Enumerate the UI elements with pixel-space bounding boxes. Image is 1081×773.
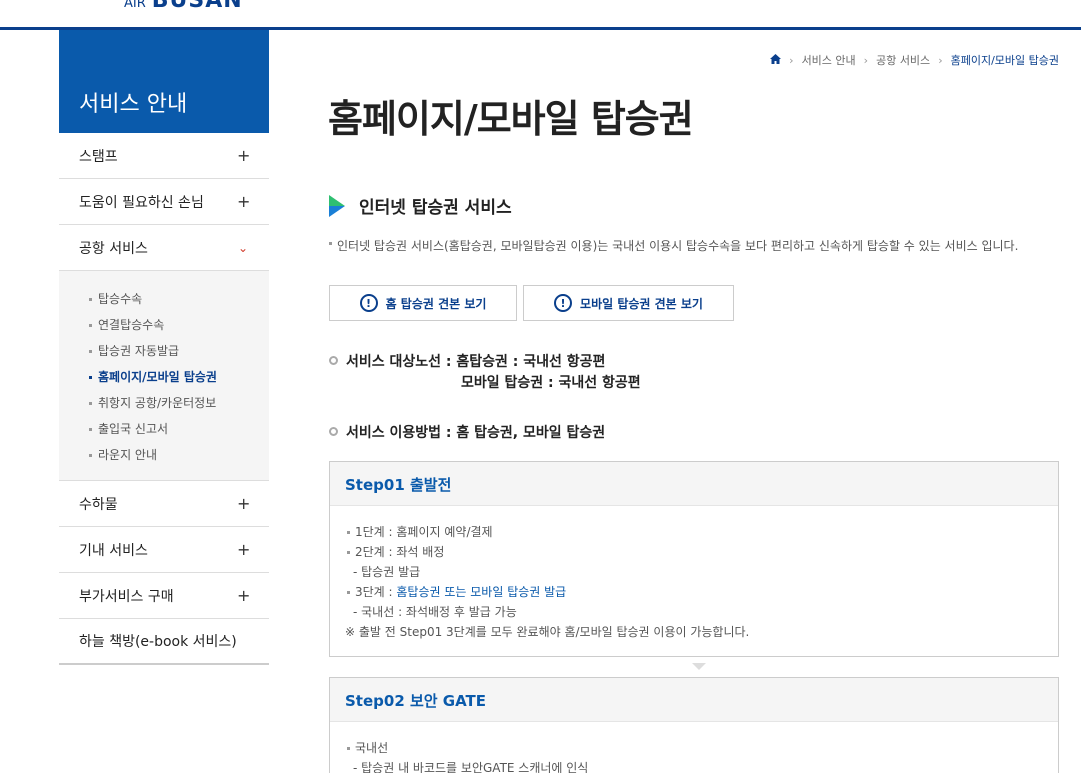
bullet-icon (89, 454, 92, 457)
sidebar-item-label: 도움이 필요하신 손님 (79, 194, 204, 211)
plus-icon: + (237, 540, 251, 559)
home-icon[interactable] (770, 53, 782, 67)
bullet-icon (89, 350, 92, 353)
breadcrumb: › 서비스 안내 › 공항 서비스 › 홈페이지/모바일 탑승권 (770, 52, 1059, 68)
step1-box: Step01 출발전 1단계 : 홈페이지 예약/결제 2단계 : 좌석 배정 … (329, 461, 1059, 657)
step-arrow-icon (692, 663, 706, 670)
step1-line: 1단계 : 홈페이지 예약/결제 (345, 522, 1058, 542)
submenu-item-web-mobile-pass[interactable]: 홈페이지/모바일 탑승권 (89, 364, 269, 390)
service-route-mobile: 모바일 탑승권 : 국내선 항공편 (461, 375, 641, 391)
step1-line-prefix: 3단계 : (355, 585, 397, 599)
submenu-label: 출입국 신고서 (98, 422, 169, 436)
submenu-item-auto-issue[interactable]: 탑승권 자동발급 (89, 338, 269, 364)
circle-bullet-icon (329, 427, 338, 436)
exclamation-circle-icon: ! (359, 294, 378, 312)
step2-body: 국내선 - 탑승권 내 바코드를 보안GATE 스캐너에 인식 (330, 722, 1058, 773)
section-flag-icon (329, 194, 345, 217)
chevron-right-icon: › (863, 53, 869, 67)
sidebar-item-baggage[interactable]: 수하물 + (59, 481, 269, 527)
step1-body: 1단계 : 홈페이지 예약/결제 2단계 : 좌석 배정 - 탑승권 발급 3단… (330, 506, 1058, 642)
breadcrumb-current: 홈페이지/모바일 탑승권 (950, 54, 1059, 67)
page-title: 홈페이지/모바일 탑승권 (328, 97, 694, 141)
description-text: 인터넷 탑승권 서비스(홈탑승권, 모바일탑승권 이용)는 국내선 이용시 탑승… (337, 239, 1019, 253)
button-label: 홈 탑승권 견본 보기 (385, 296, 487, 311)
submenu-label: 취항지 공항/카운터정보 (98, 396, 217, 410)
route-text: 서비스 대상노선 : 홈탑승권 : 국내선 항공편 (346, 354, 606, 370)
airbusan-logo[interactable]: AIR BUSAN (124, 0, 243, 13)
top-header: AIR BUSAN (0, 0, 1081, 30)
bullet-icon (329, 242, 332, 245)
mobile-pass-sample-button[interactable]: ! 모바일 탑승권 견본 보기 (523, 285, 734, 321)
submenu-label: 홈페이지/모바일 탑승권 (98, 370, 217, 384)
submenu-label: 연결탑승수속 (98, 318, 165, 332)
step1-line: 2단계 : 좌석 배정 (345, 542, 1058, 562)
bullet-icon (89, 298, 92, 301)
logo-air-text: AIR (124, 0, 146, 11)
bullet-icon (89, 402, 92, 405)
section-title: 인터넷 탑승권 서비스 (359, 198, 512, 218)
sidebar-item-label: 수하물 (79, 496, 118, 513)
step2-box: Step02 보안 GATE 국내선 - 탑승권 내 바코드를 보안GATE 스… (329, 677, 1059, 773)
home-pass-sample-button[interactable]: ! 홈 탑승권 견본 보기 (329, 285, 517, 321)
sidebar-item-label: 부가서비스 구매 (79, 588, 174, 605)
chevron-down-icon: ⌄ (237, 240, 249, 255)
sidebar-submenu: 탑승수속 연결탑승수속 탑승권 자동발급 홈페이지/모바일 탑승권 취항지 공항… (59, 271, 269, 481)
submenu-label: 라운지 안내 (98, 448, 158, 462)
circle-bullet-icon (329, 356, 338, 365)
sidebar-item-addon-purchase[interactable]: 부가서비스 구매 + (59, 573, 269, 619)
sidebar-item-label: 스탬프 (79, 148, 118, 165)
plus-icon: + (237, 586, 251, 605)
sidebar-item-assistance[interactable]: 도움이 필요하신 손님 + (59, 179, 269, 225)
bullet-icon (89, 324, 92, 327)
submenu-item-airport-counter[interactable]: 취항지 공항/카운터정보 (89, 390, 269, 416)
step1-subline: - 탑승권 발급 (353, 565, 421, 579)
sidebar-item-airport-service[interactable]: 공항 서비스 ⌄ (59, 225, 269, 271)
step2-title: Step02 보안 GATE (330, 678, 1058, 722)
step1-highlight: 홈탑승권 또는 모바일 탑승권 발급 (396, 585, 567, 599)
section-heading: 인터넷 탑승권 서비스 (329, 193, 512, 218)
breadcrumb-item[interactable]: 서비스 안내 (802, 52, 856, 68)
sidebar-item-label: 기내 서비스 (79, 542, 148, 559)
sidebar-item-inflight[interactable]: 기내 서비스 + (59, 527, 269, 573)
submenu-item-lounge[interactable]: 라운지 안내 (89, 442, 269, 468)
chevron-right-icon: › (789, 53, 794, 67)
bullet-icon (89, 428, 92, 431)
exclamation-circle-icon: ! (554, 294, 573, 312)
sample-buttons: ! 홈 탑승권 견본 보기 ! 모바일 탑승권 견본 보기 (329, 285, 734, 321)
submenu-label: 탑승수속 (98, 292, 143, 306)
sidebar-item-label: 공항 서비스 (79, 240, 148, 257)
breadcrumb-item[interactable]: 공항 서비스 (876, 52, 930, 68)
submenu-item-immigration-form[interactable]: 출입국 신고서 (89, 416, 269, 442)
bullet-icon (89, 376, 92, 379)
sidebar-title: 서비스 안내 (59, 30, 269, 133)
method-text: 서비스 이용방법 : 홈 탑승권, 모바일 탑승권 (346, 425, 606, 441)
logo-busan-text: BUSAN (151, 0, 243, 13)
sidebar-item-ebook[interactable]: 하늘 책방(e-book 서비스) (59, 619, 269, 665)
button-label: 모바일 탑승권 견본 보기 (580, 296, 703, 311)
service-description: 인터넷 탑승권 서비스(홈탑승권, 모바일탑승권 이용)는 국내선 이용시 탑승… (329, 237, 1057, 256)
step1-note: ※ 출발 전 Step01 3단계를 모두 완료해야 홈/모바일 탑승권 이용이… (345, 625, 750, 639)
service-route-info: 서비스 대상노선 : 홈탑승권 : 국내선 항공편 (329, 351, 605, 371)
plus-icon: + (237, 494, 251, 513)
step1-line: 3단계 : 홈탑승권 또는 모바일 탑승권 발급 (345, 582, 1058, 602)
step2-line: 국내선 (345, 738, 1058, 758)
sidebar: 서비스 안내 스탬프 + 도움이 필요하신 손님 + 공항 서비스 ⌄ 탑승수속… (59, 30, 269, 665)
chevron-right-icon: › (938, 53, 943, 67)
service-method-info: 서비스 이용방법 : 홈 탑승권, 모바일 탑승권 (329, 422, 605, 442)
sidebar-item-stamp[interactable]: 스탬프 + (59, 133, 269, 179)
plus-icon: + (237, 146, 251, 165)
step1-title: Step01 출발전 (330, 462, 1058, 506)
submenu-label: 탑승권 자동발급 (98, 344, 180, 358)
step2-subline: - 탑승권 내 바코드를 보안GATE 스캐너에 인식 (353, 761, 589, 773)
plus-icon: + (237, 192, 251, 211)
submenu-item-connecting[interactable]: 연결탑승수속 (89, 312, 269, 338)
step1-subline: - 국내선 : 좌석배정 후 발급 가능 (353, 605, 517, 619)
submenu-item-checkin[interactable]: 탑승수속 (89, 286, 269, 312)
sidebar-item-label: 하늘 책방(e-book 서비스) (79, 634, 237, 650)
